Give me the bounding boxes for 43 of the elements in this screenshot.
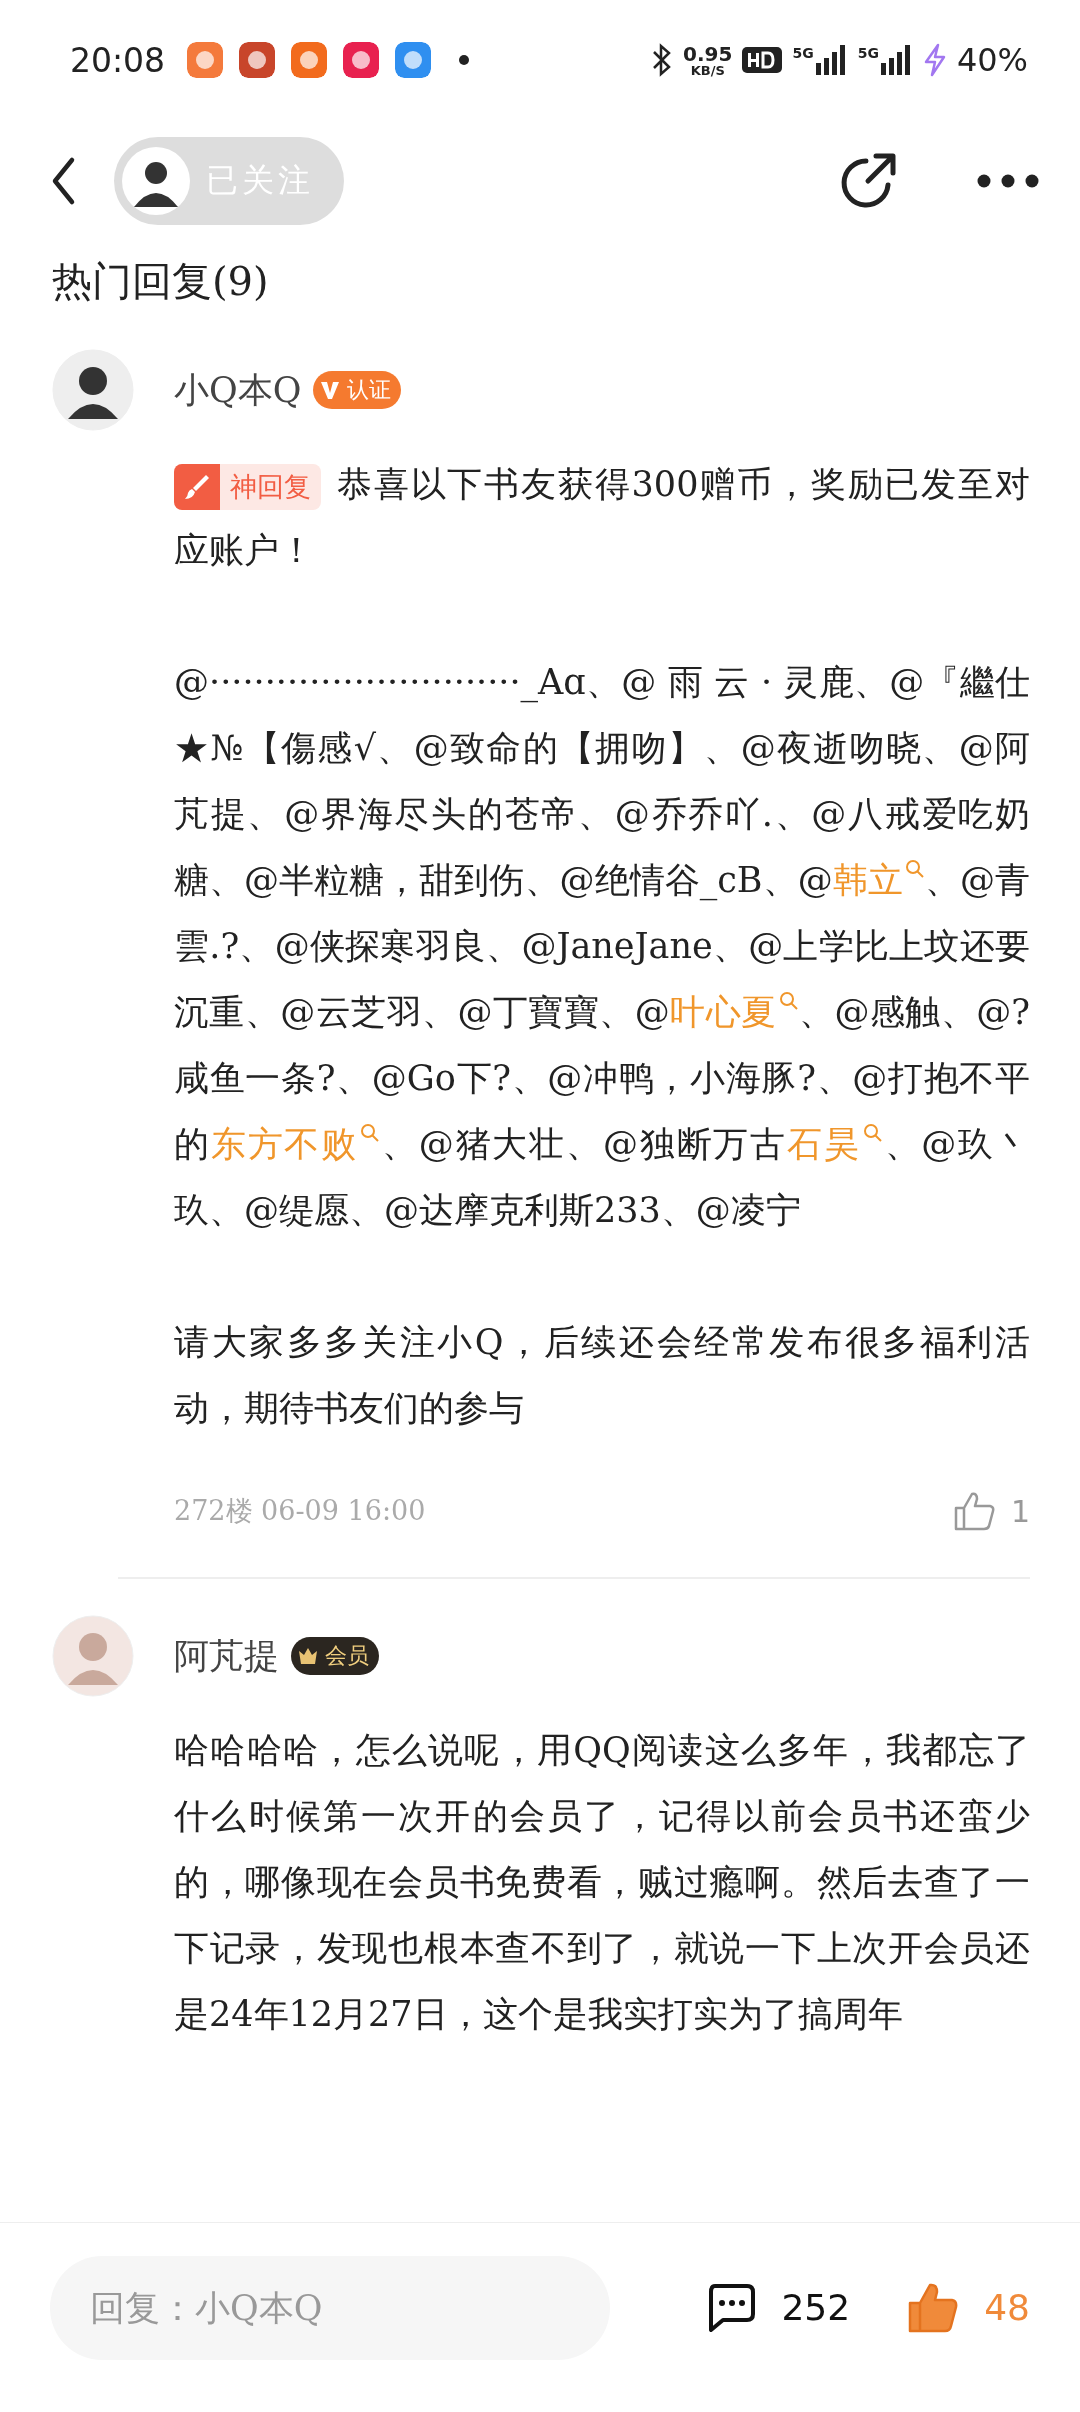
badge-label: 认证: [347, 376, 392, 404]
author-name[interactable]: 小Q本Q: [174, 366, 302, 414]
avatar: [120, 145, 192, 217]
signal-icon: [880, 45, 913, 75]
app-notification-icon: [187, 42, 224, 78]
more-notifications-icon: [459, 55, 470, 65]
mention-link[interactable]: 石昊: [787, 1124, 883, 1164]
app-notification-icon: [291, 42, 328, 78]
thumbs-up-icon: [952, 1490, 997, 1532]
app-notification-icon: [239, 42, 276, 78]
speed-unit: KB/S: [690, 63, 725, 77]
section-title: 热门回复(9): [51, 257, 270, 306]
hd-icon: [742, 47, 783, 73]
comment-text: @····························_Aɑ、@ 雨 云 · 灵鹿、@『繼仕★№【傷感√、@致命的【拥吻】、@夜逝吻晓、@阿芃提、@界海尽头的苍帝、@乔乔吖.、@八戒爱吃奶糖、@半粒糖，甜到伤、@绝情谷_cB、@韩立 、@青雲.?、@侠探寒羽良、@JaneJane、@上学比上坟还要沉重、@云芝羽、@丁寶寶、@叶心夏 、@感触、@?咸鱼一条?、@Go下?、@冲鸭，小海豚?、@打抱不平的东方不败 、@猪大壮、@独断万古石昊 、@玖丶玖、@缇愿、@达摩克利斯233、@凌宁: [174, 661, 1030, 1232]
comment-text: 神回复 恭喜以下书友获得300赠币，奖励已发至对应账户！: [174, 462, 1030, 572]
charging-icon: [922, 43, 947, 77]
network-type: 5G: [857, 45, 879, 61]
mention-link[interactable]: 叶心夏: [669, 992, 799, 1032]
search-icon: [778, 991, 799, 1012]
badge-label: 会员: [325, 1642, 369, 1670]
comments-button[interactable]: 252: [705, 2281, 851, 2334]
search-icon: [360, 1123, 381, 1144]
mention-link[interactable]: 东方不败: [210, 1124, 381, 1164]
author-name[interactable]: 阿芃提: [174, 1632, 279, 1680]
like-button[interactable]: 48: [906, 2280, 1030, 2335]
network-speed: 0.95: [683, 43, 733, 64]
avatar[interactable]: [52, 349, 134, 431]
app-notification-icon: [343, 42, 380, 78]
more-icon[interactable]: [976, 173, 1040, 189]
search-icon: [862, 1123, 883, 1144]
search-icon: [904, 859, 925, 880]
app-notification-icon: [395, 42, 432, 78]
like-button[interactable]: 1: [952, 1490, 1030, 1532]
signal-icon: [815, 45, 848, 75]
battery-level: 40%: [956, 41, 1028, 79]
comment-text: 请大家多多关注小Q，后续还会经常发布很多福利活动，期待书友们的参与: [174, 1321, 1030, 1430]
status-time: 20:08: [70, 40, 166, 80]
network-type: 5G: [792, 45, 814, 61]
floor-timestamp: 272楼 06-09 16:00: [174, 1494, 426, 1528]
mention-link[interactable]: 韩立: [832, 860, 925, 900]
reply-field[interactable]: 回复：小Q本Q: [50, 2255, 610, 2360]
tag-badge: 神回复: [174, 463, 321, 510]
comment-text: 哈哈哈哈，怎么说呢，用QQ阅读这么多年，我都忘了什么时候第一次开的会员了，记得以前会员书还蛮少的，哪像现在会员书免费看，贼过瘾啊。然后去查了一下记录，发现也根本查不到了，就说一下上次开会员还是24年12月27日，这个是我实打实为了搞周年: [174, 1729, 1030, 2036]
